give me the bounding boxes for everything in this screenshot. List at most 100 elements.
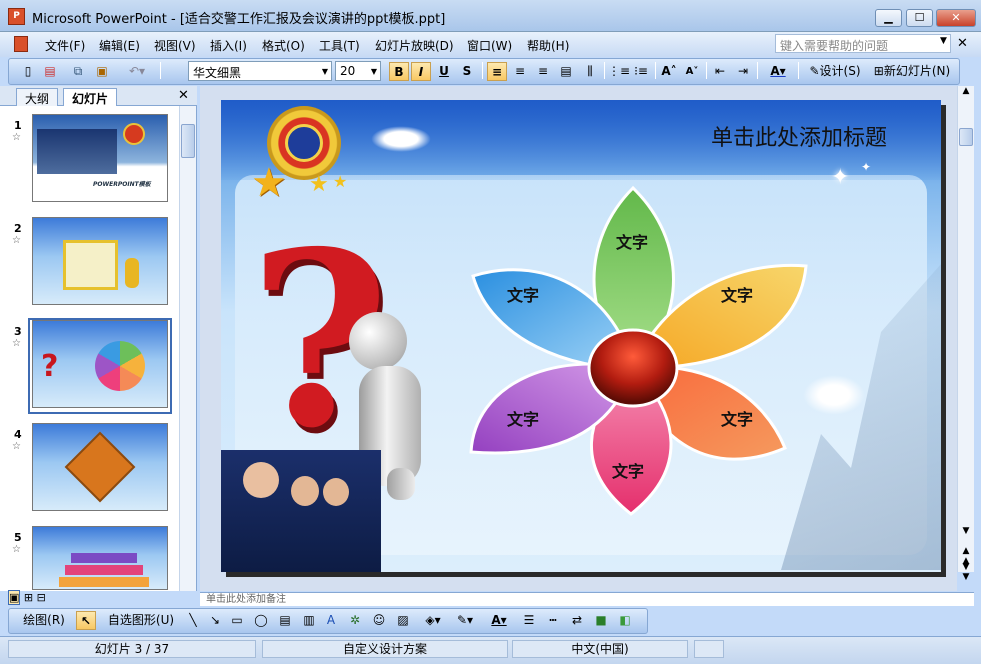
textbox-icon[interactable]: ▤ [276, 611, 294, 630]
italic-button[interactable]: I [411, 62, 431, 81]
bullets-icon[interactable]: ⁝≡ [631, 62, 651, 81]
select-pointer-icon[interactable]: ↖ [76, 611, 96, 630]
normal-view-icon[interactable]: ▣ [8, 590, 21, 605]
dash-style-icon[interactable]: ┅ [544, 611, 562, 630]
thumbnail-number: 1 [14, 119, 22, 132]
line-color-icon[interactable]: ✎▾ [452, 611, 478, 630]
arrow-style-icon[interactable]: ⇄ [568, 611, 586, 630]
3d-style-icon[interactable]: ◧ [616, 611, 634, 630]
slide-canvas[interactable]: ★ ★ ★ ✦ ✦ 单击此处添加标题 ? 文字 文字 文字 文字 文字 文字 [221, 100, 941, 572]
draw-menu-button[interactable]: 绘图(R) [18, 611, 70, 630]
close-button[interactable]: ✕ [936, 9, 976, 27]
rectangle-icon[interactable]: ▭ [228, 611, 246, 630]
text-direction-icon[interactable]: ⫼ [580, 62, 600, 81]
slide-thumbnail-1[interactable]: POWERPOINT模板 [32, 114, 168, 202]
slide-thumbnail-2[interactable] [32, 217, 168, 305]
scroll-thumb[interactable] [181, 124, 195, 158]
line-style-icon[interactable]: ☰ [520, 611, 538, 630]
chevron-down-icon[interactable]: ▼ [371, 67, 377, 76]
align-center-icon[interactable]: ≡ [510, 62, 530, 81]
slide-thumbnail-5[interactable] [32, 526, 168, 590]
wordart-icon[interactable]: A [322, 611, 340, 630]
notes-field[interactable]: 单击此处添加备注 [200, 592, 974, 606]
arrow-icon[interactable]: ↘ [206, 611, 224, 630]
tab-outline[interactable]: 大纲 [16, 88, 59, 106]
underline-button[interactable]: U [434, 62, 454, 81]
slide-title[interactable]: 单击此处添加标题 [711, 120, 887, 152]
help-search-input[interactable]: 键入需要帮助的问题 [775, 34, 951, 53]
align-left-icon[interactable]: ≡ [487, 62, 507, 81]
undo-icon[interactable]: ↶▾ [123, 62, 151, 81]
design-button[interactable]: ✎设计(S) [805, 62, 865, 81]
autoshapes-button[interactable]: 自选图形(U) [102, 611, 180, 630]
line-icon[interactable]: ╲ [184, 611, 202, 630]
powerpoint-app-icon[interactable]: P [8, 8, 25, 25]
menu-window[interactable]: 窗口(W) [467, 37, 512, 54]
fill-color-icon[interactable]: ◈▾ [420, 611, 446, 630]
scroll-down-icon[interactable]: ▼ [958, 526, 974, 536]
copy-icon[interactable]: ⧉ [70, 62, 86, 81]
maximize-button[interactable]: ☐ [906, 9, 933, 27]
document-icon[interactable] [14, 36, 28, 52]
oval-icon[interactable]: ◯ [252, 611, 270, 630]
petal-label-green[interactable]: 文字 [616, 229, 648, 253]
font-color-icon[interactable]: A▾ [486, 611, 512, 630]
diagram-icon[interactable]: ✲ [346, 611, 364, 630]
panel-close-icon[interactable]: ✕ [178, 88, 189, 103]
petal-label-orange[interactable]: 文字 [721, 282, 753, 306]
officer-face [243, 462, 279, 498]
slide-sorter-icon[interactable]: ⊞ [24, 591, 33, 604]
petal-label-pink[interactable]: 文字 [612, 458, 644, 482]
tab-slides[interactable]: 幻灯片 [63, 88, 118, 106]
slideshow-icon[interactable]: ⊟ [37, 591, 46, 604]
chevron-down-icon[interactable]: ▼ [940, 36, 947, 46]
petal-label-blue[interactable]: 文字 [507, 282, 539, 306]
next-slide-icon[interactable]: ▼ ▼ [958, 562, 974, 582]
new-slide-button[interactable]: ⊞新幻灯片(N) [868, 62, 956, 81]
align-right-icon[interactable]: ≡ [533, 62, 553, 81]
panel-scrollbar[interactable] [179, 106, 196, 591]
picture-icon[interactable]: ▨ [394, 611, 412, 630]
distribute-icon[interactable]: ▤ [556, 62, 576, 81]
flower-center[interactable] [587, 328, 679, 408]
decrease-indent-icon[interactable]: ⇤ [710, 62, 730, 81]
decrease-font-icon[interactable]: A˅ [682, 62, 702, 81]
numbering-icon[interactable]: ⋮≡ [608, 62, 630, 81]
scroll-up-icon[interactable]: ▲ [958, 86, 974, 96]
menu-tools[interactable]: 工具(T) [319, 37, 360, 54]
increase-font-icon[interactable]: A˄ [659, 62, 679, 81]
main-scrollbar[interactable]: ▲ ▼ [957, 86, 974, 572]
chevron-down-icon[interactable]: ▼ [322, 67, 328, 76]
menu-edit[interactable]: 编辑(E) [99, 37, 140, 54]
font-color-icon[interactable]: A▾ [762, 62, 794, 81]
font-size-field[interactable]: 20 ▼ [335, 61, 381, 81]
menu-help[interactable]: 帮助(H) [527, 37, 569, 54]
toolbar-separator [482, 62, 483, 79]
document-close-icon[interactable]: ✕ [957, 36, 968, 51]
thumbnail-number: 4 [14, 428, 22, 441]
shadow-button[interactable]: S [457, 62, 477, 81]
menu-slideshow[interactable]: 幻灯片放映(D) [375, 37, 454, 54]
permission-icon[interactable]: ▤ [42, 62, 58, 81]
increase-indent-icon[interactable]: ⇥ [733, 62, 753, 81]
bold-button[interactable]: B [389, 62, 409, 81]
petal-label-salmon[interactable]: 文字 [721, 406, 753, 430]
officer-face [323, 478, 349, 506]
slide-thumbnail-4[interactable] [32, 423, 168, 511]
scroll-thumb[interactable] [959, 128, 973, 146]
petal-label-purple[interactable]: 文字 [507, 406, 539, 430]
minimize-button[interactable]: ▁ [875, 9, 902, 27]
vertical-textbox-icon[interactable]: ▥ [300, 611, 318, 630]
thumbnail-number: 2 [14, 222, 22, 235]
clipart-icon[interactable]: ☺ [370, 611, 388, 630]
font-name-field[interactable]: 华文细黑 ▼ [188, 61, 332, 81]
menu-view[interactable]: 视图(V) [154, 37, 196, 54]
menu-file[interactable]: 文件(F) [45, 37, 85, 54]
slide-thumbnail-3[interactable]: ? [32, 320, 168, 408]
menu-format[interactable]: 格式(O) [262, 37, 305, 54]
paste-icon[interactable]: ▣ [94, 62, 110, 81]
new-document-icon[interactable]: ▯ [20, 62, 36, 81]
shadow-style-icon[interactable]: ■ [592, 611, 610, 630]
menu-insert[interactable]: 插入(I) [210, 37, 247, 54]
figure-head [349, 312, 407, 370]
